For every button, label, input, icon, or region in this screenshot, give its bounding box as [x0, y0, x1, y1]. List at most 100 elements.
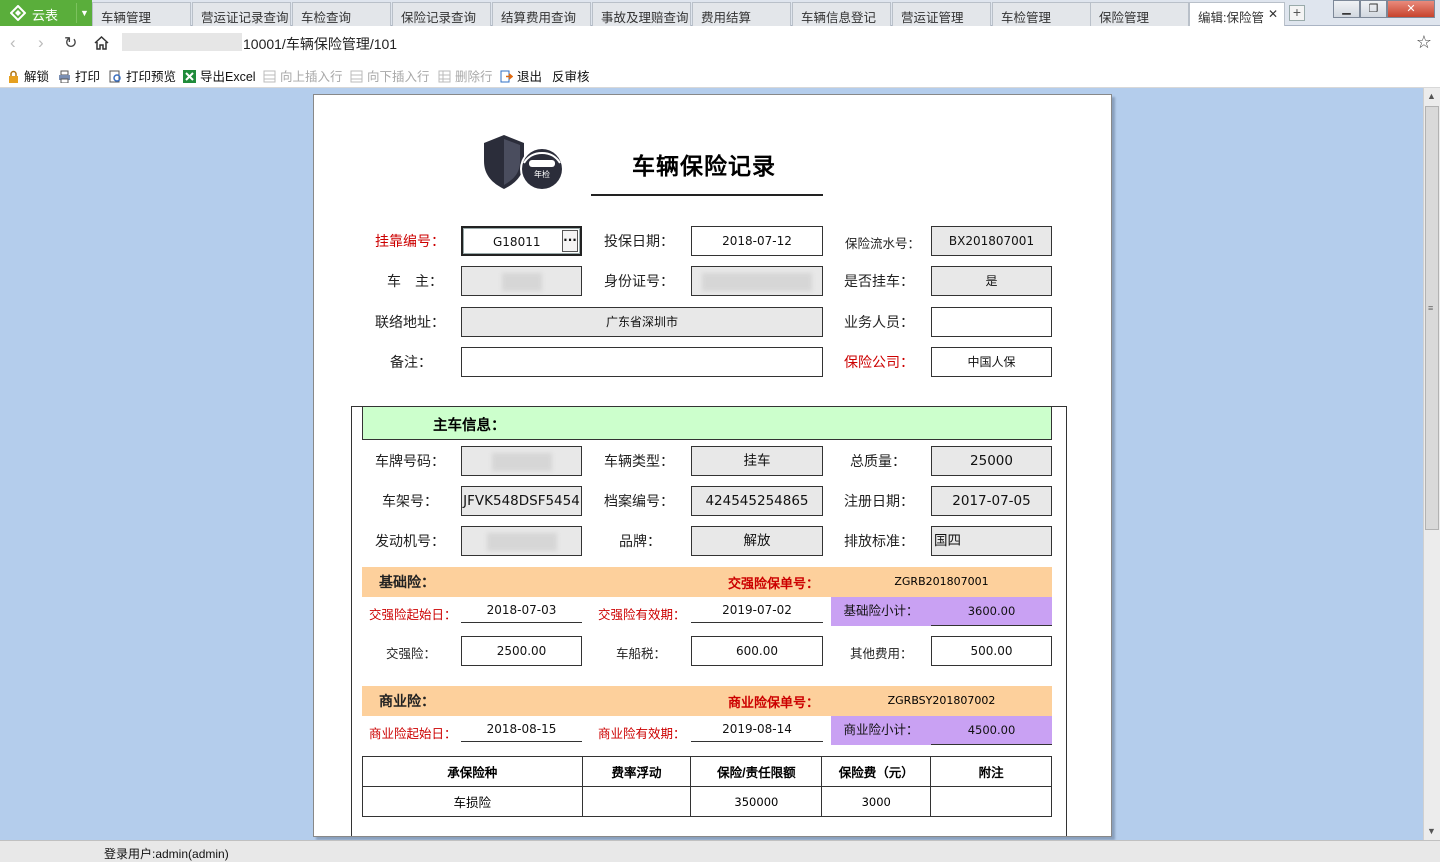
tab-edit-insurance[interactable]: 编辑:保险管 ✕ [1189, 2, 1285, 26]
exit-icon [500, 70, 513, 83]
commercial-end-value[interactable]: 2019-08-14 [691, 718, 823, 742]
delete-row-icon [438, 70, 451, 83]
other-fee-input[interactable]: 500.00 [931, 636, 1052, 666]
tab-close-icon[interactable]: ✕ [1268, 7, 1278, 21]
coverage-cell-note[interactable] [930, 786, 1052, 817]
plate-redacted [491, 452, 552, 471]
export-excel-button[interactable]: 导出Excel [183, 66, 256, 85]
remarks-input[interactable] [461, 347, 823, 377]
basic-subtotal-value: 3600.00 [931, 597, 1052, 626]
insert-row-below-button[interactable]: 向下插入行 [350, 66, 430, 85]
frame-no-label: 车架号： [382, 493, 438, 509]
scroll-down-icon[interactable]: ▼ [1427, 826, 1436, 836]
vessel-tax-label: 车船税： [616, 647, 667, 661]
login-user-status: 登录用户:admin(admin) [104, 847, 229, 861]
back-icon[interactable]: ‹ [10, 33, 16, 53]
insurer-label: 保险公司： [844, 354, 914, 370]
commercial-start-value[interactable]: 2018-08-15 [461, 718, 582, 742]
print-button[interactable]: 打印 [58, 66, 100, 85]
app-logo-icon [10, 5, 26, 21]
main-vehicle-header-label: 主车信息： [433, 418, 506, 434]
maximize-icon[interactable]: ❐ [1360, 0, 1387, 18]
close-window-icon[interactable]: ✕ [1387, 0, 1435, 18]
affiliation-no-input[interactable]: G18011 ··· [461, 226, 582, 256]
emission-label: 排放标准： [844, 533, 914, 549]
address-path[interactable]: 10001/车辆保险管理/101 [243, 34, 397, 54]
coverage-col-note: 附注 [930, 756, 1052, 787]
ctpl-end-value[interactable]: 2019-07-02 [691, 599, 823, 623]
salesperson-label: 业务人员： [844, 314, 914, 330]
tab-settlement-query[interactable]: 结算费用查询 [492, 2, 591, 26]
minimize-icon[interactable]: ▁ [1333, 0, 1360, 18]
insert-row-above-icon [263, 70, 276, 83]
engine-no-redacted [486, 532, 557, 551]
insert-row-below-icon [350, 70, 363, 83]
coverage-col-type: 承保险种 [362, 756, 583, 787]
owner-redacted [501, 272, 542, 291]
total-mass-label: 总质量： [850, 453, 906, 469]
app-dropdown-icon[interactable]: ▼ [76, 3, 92, 23]
ctpl-policy-no: ZGRB201807001 [894, 575, 989, 588]
engine-no-field [461, 526, 582, 556]
file-no-label: 档案编号： [604, 493, 674, 509]
ctpl-start-value[interactable]: 2018-07-03 [461, 599, 582, 623]
address-label: 联络地址： [375, 314, 445, 330]
tab-permit-management[interactable]: 营运证管理 [892, 2, 991, 26]
commercial-insurance-header: 商业险： [379, 693, 435, 709]
scrollbar-thumb[interactable] [1425, 106, 1439, 530]
vehicle-type-field: 挂车 [691, 446, 823, 476]
refresh-icon[interactable]: ↻ [64, 33, 77, 53]
exit-button[interactable]: 退出 [500, 66, 542, 85]
tab-inspection-management[interactable]: 车检管理 [992, 2, 1091, 26]
vertical-scrollbar[interactable]: ▲ ≡ ▼ [1423, 88, 1440, 840]
vessel-tax-input[interactable]: 600.00 [691, 636, 823, 666]
basic-insurance-header: 基础险： [379, 574, 435, 590]
insert-row-above-button[interactable]: 向上插入行 [263, 66, 343, 85]
salesperson-input[interactable] [931, 307, 1052, 337]
forward-icon[interactable]: › [38, 33, 44, 53]
coverage-cell-premium[interactable]: 3000 [821, 786, 932, 817]
coverage-table: 承保险种 费率浮动 保险/责任限额 保险费（元） 附注 车损险 350000 3… [362, 756, 1052, 817]
unlock-button[interactable]: 解锁 [7, 66, 49, 85]
engine-no-label: 发动机号： [375, 533, 445, 549]
excel-icon [183, 70, 196, 83]
title-underline [591, 194, 823, 196]
main-vehicle-header: 主车信息： [362, 406, 1052, 440]
home-icon[interactable] [93, 35, 110, 51]
delete-row-button[interactable]: 删除行 [438, 66, 493, 85]
coverage-cell-type[interactable]: 车损险 [362, 786, 583, 817]
lookup-ellipsis-icon[interactable]: ··· [562, 230, 578, 252]
serial-no-label: 保险流水号： [845, 237, 921, 251]
affiliation-no-label: 挂靠编号： [375, 233, 445, 249]
printer-icon [59, 70, 70, 83]
unapprove-button[interactable]: 反审核 [552, 66, 590, 85]
tab-accident-claim-query[interactable]: 事故及理赔查询 [592, 2, 691, 26]
ctpl-amount-input[interactable]: 2500.00 [461, 636, 582, 666]
tab-vehicle-management[interactable]: 车辆管理 [92, 2, 191, 26]
new-tab-icon[interactable]: + [1289, 5, 1305, 21]
tab-vehicle-registration[interactable]: 车辆信息登记 [792, 2, 891, 26]
tab-insurance-management[interactable]: 保险管理 [1090, 2, 1189, 26]
insure-date-input[interactable]: 2018-07-12 [691, 226, 823, 256]
tab-fee-settlement[interactable]: 费用结算 [692, 2, 791, 26]
address-bar: ‹ › ↻ 10001/车辆保险管理/101 ☆ [0, 26, 1440, 60]
tab-inspection-query[interactable]: 车检查询 [292, 2, 391, 26]
commercial-policy-no: ZGRBSY201807002 [887, 694, 996, 707]
bookmark-star-icon[interactable]: ☆ [1416, 32, 1432, 53]
address-host-redacted [122, 33, 242, 51]
coverage-cell-rate[interactable] [581, 786, 692, 817]
insurer-input[interactable]: 中国人保 [931, 347, 1052, 377]
coverage-cell-limit[interactable]: 350000 [690, 786, 823, 817]
form-sheet: 年检 车辆保险记录 挂靠编号： G18011 ··· 投保日期： 2018-07… [313, 94, 1112, 837]
print-preview-button[interactable]: 打印预览 [109, 66, 176, 85]
is-affiliated-label: 是否挂车： [844, 273, 914, 289]
tab-insurance-record-query[interactable]: 保险记录查询 [392, 2, 491, 26]
tab-permit-record-query[interactable]: 营运证记录查询 [192, 2, 291, 26]
coverage-col-premium: 保险费（元） [821, 756, 932, 787]
table-row: 车损险 350000 3000 [362, 786, 1052, 817]
print-preview-icon [109, 70, 121, 83]
plate-label: 车牌号码： [375, 453, 445, 469]
shield-car-logo-icon: 年检 [484, 135, 564, 191]
scroll-up-icon[interactable]: ▲ [1427, 91, 1436, 101]
app-menu-button[interactable]: 云表 ▼ [0, 0, 92, 26]
